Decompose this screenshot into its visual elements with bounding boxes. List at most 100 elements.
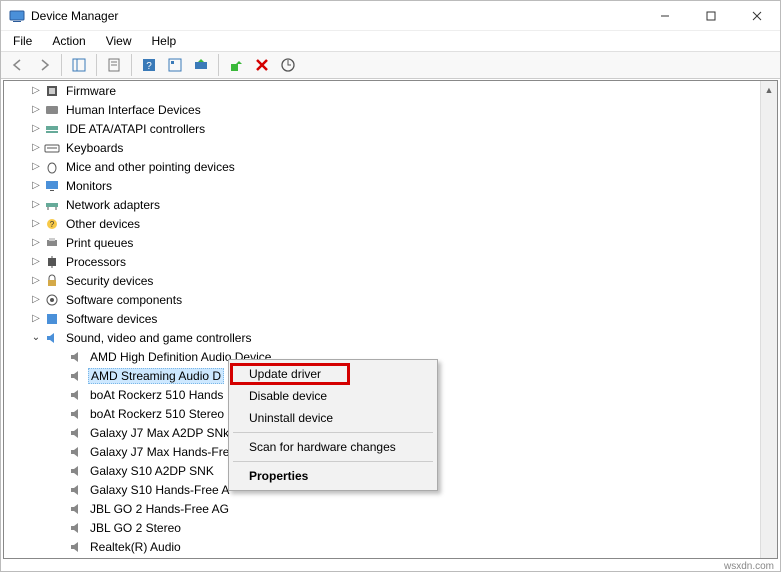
window-controls	[642, 1, 780, 31]
expand-icon[interactable]: ▷	[28, 159, 44, 175]
device-label: boAt Rockerz 510 Stereo	[88, 407, 226, 421]
back-button[interactable]	[6, 53, 30, 77]
device-category-processors[interactable]: ▷ Processors	[4, 252, 760, 271]
category-label: Software components	[64, 293, 184, 307]
audio-device-icon	[68, 501, 84, 517]
expand-icon[interactable]: ▷	[28, 197, 44, 213]
device-item[interactable]: JBL GO 2 Stereo	[4, 518, 760, 537]
enable-button[interactable]	[224, 53, 248, 77]
device-category-monitors[interactable]: ▷ Monitors	[4, 176, 760, 195]
menu-bar: File Action View Help	[1, 31, 780, 51]
network-icon	[44, 197, 60, 213]
context-menu-uninstall-device[interactable]: Uninstall device	[231, 407, 435, 429]
expand-icon[interactable]: ▷	[28, 102, 44, 118]
expand-icon[interactable]: ▷	[28, 140, 44, 156]
svg-text:?: ?	[146, 61, 152, 72]
device-label: Realtek(R) Audio	[88, 540, 183, 554]
context-menu-scan-hardware[interactable]: Scan for hardware changes	[231, 436, 435, 458]
category-label: Network adapters	[64, 198, 162, 212]
device-category-print-queues[interactable]: ▷ Print queues	[4, 233, 760, 252]
expand-icon[interactable]: ▷	[28, 311, 44, 327]
vertical-scrollbar[interactable]: ▲	[760, 81, 777, 558]
device-category-storage[interactable]: ▷ Storage controllers	[4, 556, 760, 558]
device-category-mice[interactable]: ▷ Mice and other pointing devices	[4, 157, 760, 176]
device-label: Galaxy S10 Hands-Free A	[88, 483, 231, 497]
expand-icon[interactable]: ▷	[28, 558, 44, 559]
device-item[interactable]: JBL GO 2 Hands-Free AG	[4, 499, 760, 518]
expand-icon[interactable]: ▷	[28, 121, 44, 137]
menu-action[interactable]: Action	[44, 32, 93, 50]
device-category-sound[interactable]: ⌄ Sound, video and game controllers	[4, 328, 760, 347]
device-category-software-devices[interactable]: ▷ Software devices	[4, 309, 760, 328]
context-menu-update-driver[interactable]: Update driver	[231, 363, 435, 385]
category-label: Keyboards	[64, 141, 125, 155]
properties-button[interactable]	[102, 53, 126, 77]
menu-help[interactable]: Help	[144, 32, 185, 50]
context-menu-disable-device[interactable]: Disable device	[231, 385, 435, 407]
audio-device-icon	[68, 387, 84, 403]
update-driver-button[interactable]	[189, 53, 213, 77]
toolbar-button[interactable]	[163, 53, 187, 77]
scan-hardware-button[interactable]	[276, 53, 300, 77]
expand-icon[interactable]: ▷	[28, 216, 44, 232]
device-manager-icon	[9, 8, 25, 24]
audio-device-icon	[68, 539, 84, 555]
printer-icon	[44, 235, 60, 251]
minimize-button[interactable]	[642, 1, 688, 31]
category-label: Software devices	[64, 312, 159, 326]
device-label: JBL GO 2 Hands-Free AG	[88, 502, 231, 516]
collapse-icon[interactable]: ⌄	[28, 330, 44, 346]
expand-icon[interactable]: ▷	[28, 292, 44, 308]
menu-view[interactable]: View	[98, 32, 140, 50]
device-label: Galaxy J7 Max Hands-Fre	[88, 445, 231, 459]
other-icon: ?	[44, 216, 60, 232]
device-label: JBL GO 2 Stereo	[88, 521, 183, 535]
toolbar-separator	[96, 54, 97, 76]
category-label: Firmware	[64, 84, 118, 98]
expand-icon[interactable]: ▷	[28, 178, 44, 194]
device-category-keyboards[interactable]: ▷ Keyboards	[4, 138, 760, 157]
device-item[interactable]: Realtek(R) Audio	[4, 537, 760, 556]
toolbar-separator	[61, 54, 62, 76]
device-category-firmware[interactable]: ▷ Firmware	[4, 81, 760, 100]
expand-icon[interactable]: ▷	[28, 235, 44, 251]
uninstall-button[interactable]	[250, 53, 274, 77]
category-label: Mice and other pointing devices	[64, 160, 237, 174]
audio-device-icon	[68, 425, 84, 441]
category-label: Other devices	[64, 217, 142, 231]
device-label: AMD Streaming Audio D	[88, 368, 224, 384]
device-label: Galaxy S10 A2DP SNK	[88, 464, 216, 478]
menu-file[interactable]: File	[5, 32, 40, 50]
firmware-icon	[44, 83, 60, 99]
forward-button[interactable]	[32, 53, 56, 77]
expand-icon[interactable]: ▷	[28, 83, 44, 99]
software-devices-icon	[44, 311, 60, 327]
device-category-security[interactable]: ▷ Security devices	[4, 271, 760, 290]
expand-icon[interactable]: ▷	[28, 254, 44, 270]
toolbar-separator	[131, 54, 132, 76]
context-menu-separator	[233, 461, 433, 462]
device-label: boAt Rockerz 510 Hands	[88, 388, 225, 402]
ide-icon	[44, 121, 60, 137]
show-hide-tree-button[interactable]	[67, 53, 91, 77]
help-button[interactable]: ?	[137, 53, 161, 77]
scroll-up-button[interactable]: ▲	[761, 81, 777, 98]
maximize-button[interactable]	[688, 1, 734, 31]
svg-text:?: ?	[50, 220, 55, 229]
context-menu-properties[interactable]: Properties	[231, 465, 435, 487]
audio-device-icon	[68, 520, 84, 536]
security-icon	[44, 273, 60, 289]
audio-device-icon	[68, 444, 84, 460]
audio-device-icon	[68, 368, 84, 384]
device-category-network[interactable]: ▷ Network adapters	[4, 195, 760, 214]
close-button[interactable]	[734, 1, 780, 31]
context-menu-separator	[233, 432, 433, 433]
device-category-software-components[interactable]: ▷ Software components	[4, 290, 760, 309]
category-label: Monitors	[64, 179, 114, 193]
device-category-ide[interactable]: ▷ IDE ATA/ATAPI controllers	[4, 119, 760, 138]
hid-icon	[44, 102, 60, 118]
device-category-hid[interactable]: ▷ Human Interface Devices	[4, 100, 760, 119]
device-category-other[interactable]: ▷ ? Other devices	[4, 214, 760, 233]
expand-icon[interactable]: ▷	[28, 273, 44, 289]
context-menu: Update driver Disable device Uninstall d…	[228, 359, 438, 491]
